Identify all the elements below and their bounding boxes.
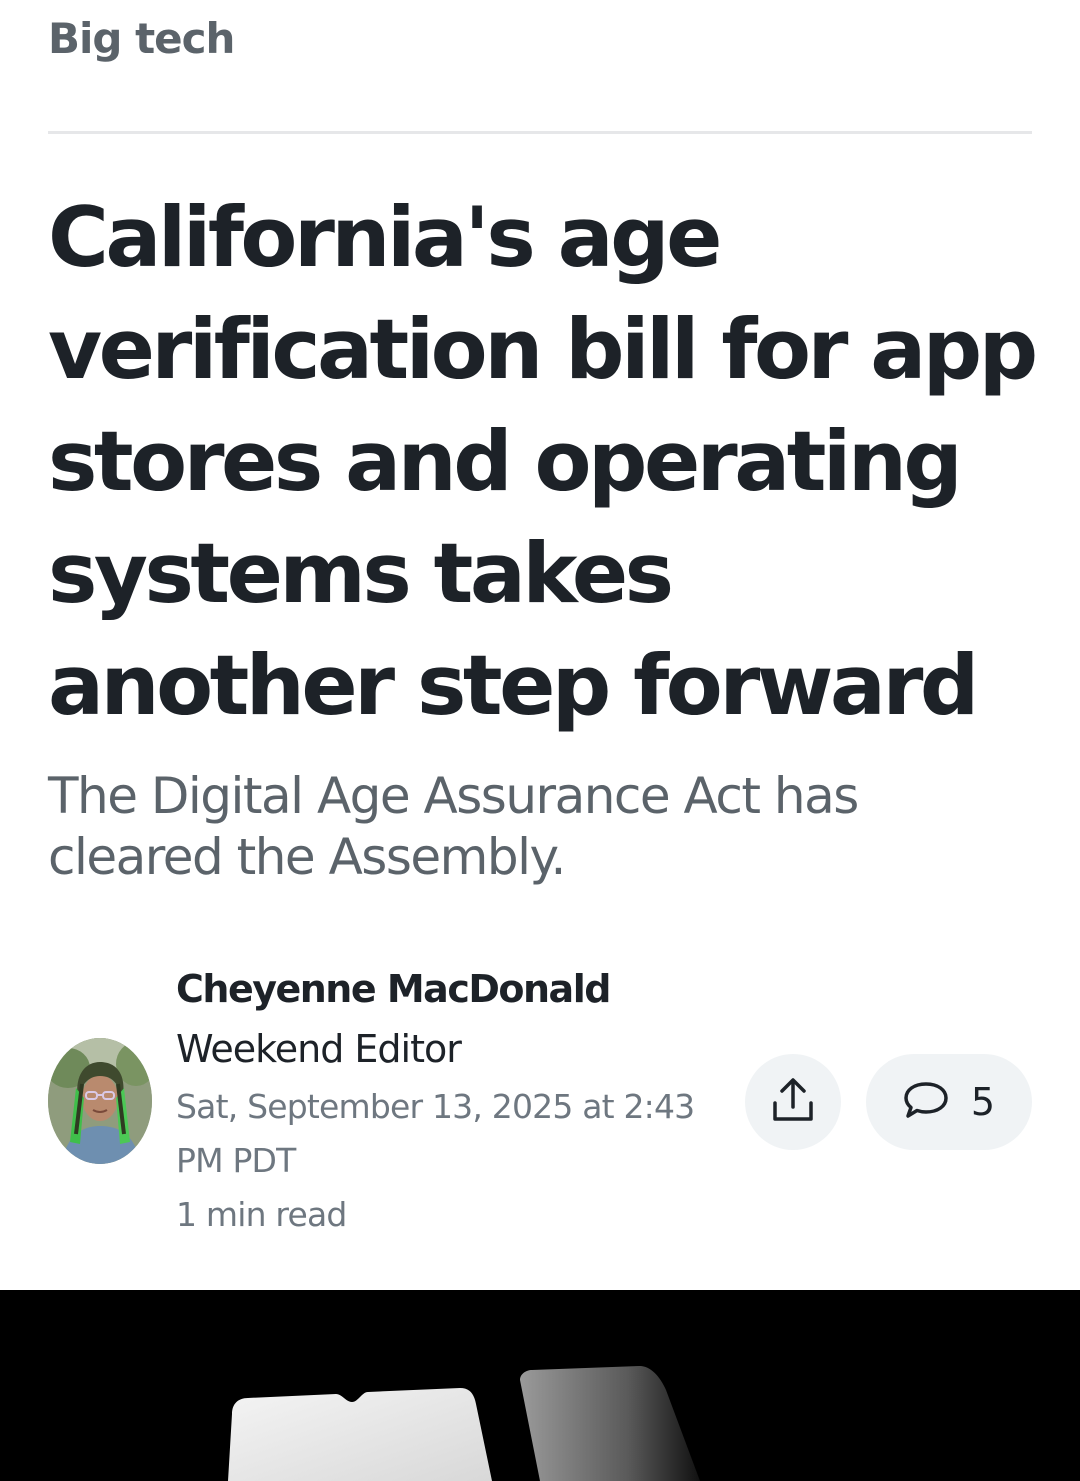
- share-upload-icon: [771, 1077, 815, 1127]
- author-name[interactable]: Cheyenne MacDonald: [176, 962, 716, 1016]
- section-label[interactable]: Big tech: [48, 14, 235, 63]
- author-title: Weekend Editor: [176, 1027, 462, 1071]
- divider: [48, 131, 1032, 134]
- article-headline: California's age verification bill for a…: [48, 189, 1038, 734]
- author-avatar[interactable]: [48, 1038, 152, 1164]
- hero-image[interactable]: [0, 1290, 1080, 1481]
- byline: Cheyenne MacDonald Weekend Editor Sat, S…: [176, 962, 716, 1242]
- read-time: 1 min read: [176, 1195, 347, 1234]
- share-button[interactable]: [745, 1054, 841, 1150]
- article-header: Big tech California's age verification b…: [0, 0, 1080, 1290]
- comments-button[interactable]: 5: [866, 1054, 1032, 1150]
- comments-count: 5: [970, 1080, 996, 1124]
- comment-bubble-icon: [903, 1080, 949, 1124]
- article-subheadline: The Digital Age Assurance Act has cleare…: [48, 767, 859, 886]
- publish-timestamp: Sat, September 13, 2025 at 2:43 PM PDT: [176, 1087, 695, 1180]
